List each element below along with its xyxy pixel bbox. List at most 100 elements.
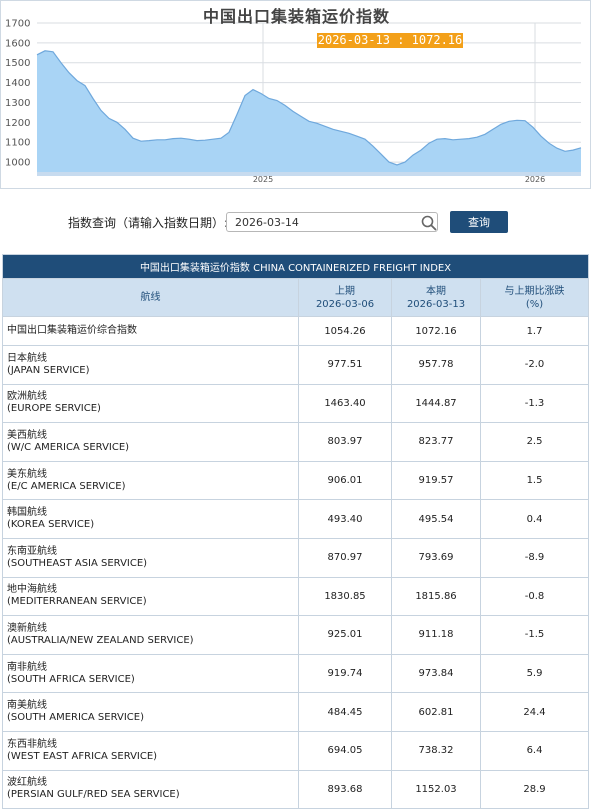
change-value: 2.5: [479, 422, 590, 462]
curr-value: 911.18: [391, 615, 481, 655]
route-name-en: (SOUTH AFRICA SERVICE): [7, 673, 135, 685]
table-row: 东南亚航线 (SOUTHEAST ASIA SERVICE) 870.97 79…: [2, 537, 590, 578]
route-name-cn: 中国出口集装箱运价综合指数: [2, 316, 299, 346]
y-tick-label: 1000: [5, 158, 30, 169]
index-chart[interactable]: 10001100120013001400150016001700 2025 202…: [1, 1, 590, 188]
route-cell: 东西非航线 (WEST EAST AFRICA SERVICE): [2, 730, 299, 771]
header-prev-date: 2026-03-06: [315, 298, 375, 310]
curr-value: 823.77: [391, 422, 481, 462]
header-change: 与上期比涨跌 (%): [479, 278, 590, 317]
freight-index-table: 中国出口集装箱运价指数 CHINA CONTAINERIZED FREIGHT …: [1, 254, 590, 809]
route-name-cn: 澳新航线: [7, 622, 47, 634]
header-route: 航线: [2, 278, 299, 317]
route-cell: 美西航线 (W/C AMERICA SERVICE): [2, 422, 299, 462]
index-area: [37, 50, 581, 172]
chart-title: 中国出口集装箱运价指数: [202, 7, 390, 26]
y-tick-label: 1500: [5, 58, 30, 69]
table-row: 美西航线 (W/C AMERICA SERVICE) 803.97 823.77…: [2, 422, 590, 462]
route-name-cn: 日本航线: [7, 352, 47, 364]
curr-value: 957.78: [391, 345, 481, 385]
y-tick-label: 1200: [5, 118, 30, 129]
y-tick-label: 1400: [5, 78, 30, 89]
prev-value: 977.51: [298, 345, 392, 385]
chart-tooltip: 2026-03-13 : 1072.16: [317, 33, 463, 48]
route-name-cn: 东南亚航线: [7, 545, 57, 557]
route-name-en: (JAPAN SERVICE): [7, 364, 90, 376]
prev-value: 906.01: [298, 460, 392, 501]
header-curr-label: 本期: [426, 285, 446, 297]
query-button[interactable]: 查询: [450, 211, 508, 233]
change-value: 28.9: [479, 769, 590, 809]
route-cell: 南美航线 (SOUTH AMERICA SERVICE): [2, 692, 299, 732]
prev-value: 1054.26: [298, 316, 392, 346]
header-prev-label: 上期: [335, 285, 355, 297]
prev-value: 484.45: [298, 692, 392, 732]
prev-value: 1463.40: [298, 383, 392, 424]
chart-panel: 1000 1100 1200 1300 1400 1500 1600 1700 2025 202…: [0, 0, 591, 189]
route-name-en: (SOUTH AMERICA SERVICE): [7, 712, 144, 724]
curr-value: 602.81: [391, 692, 481, 732]
route-cell: 南非航线 (SOUTH AFRICA SERVICE): [2, 653, 299, 694]
curr-value: 793.69: [391, 537, 481, 578]
prev-value: 803.97: [298, 422, 392, 462]
prev-value: 493.40: [298, 499, 392, 539]
x-axis: [37, 172, 581, 176]
curr-value: 973.84: [391, 653, 481, 694]
route-name-en: (W/C AMERICA SERVICE): [7, 441, 130, 453]
table-row: 南美航线 (SOUTH AMERICA SERVICE) 484.45 602.…: [2, 692, 590, 732]
route-name-cn: 南美航线: [7, 700, 47, 712]
route-name-en: (EUROPE SERVICE): [7, 403, 101, 415]
x-tick-label: 2025: [253, 175, 273, 184]
prev-value: 694.05: [298, 730, 392, 771]
curr-value: 1152.03: [391, 769, 481, 809]
prev-value: 1830.85: [298, 576, 392, 617]
route-name-cn: 美西航线: [7, 429, 47, 441]
change-value: -2.0: [479, 345, 590, 385]
route-name-en: (AUSTRALIA/NEW ZEALAND SERVICE): [7, 634, 194, 646]
route-name-en: (SOUTHEAST ASIA SERVICE): [7, 557, 148, 569]
change-value: 6.4: [479, 730, 590, 771]
change-value: 0.4: [479, 499, 590, 539]
change-value: -1.5: [479, 615, 590, 655]
route-cell: 韩国航线 (KOREA SERVICE): [2, 499, 299, 539]
table-row: 欧洲航线 (EUROPE SERVICE) 1463.40 1444.87 -1…: [2, 383, 590, 424]
header-curr-date: 2026-03-13: [406, 298, 466, 310]
route-name-en: (WEST EAST AFRICA SERVICE): [7, 750, 158, 762]
prev-value: 919.74: [298, 653, 392, 694]
change-value: 24.4: [479, 692, 590, 732]
date-input[interactable]: [226, 212, 438, 232]
route-cell: 东南亚航线 (SOUTHEAST ASIA SERVICE): [2, 537, 299, 578]
change-value: 5.9: [479, 653, 590, 694]
table-caption: 中国出口集装箱运价指数 CHINA CONTAINERIZED FREIGHT …: [1, 254, 590, 279]
route-name-cn: 波红航线: [7, 777, 47, 789]
route-cell: 波红航线 (PERSIAN GULF/RED SEA SERVICE): [2, 769, 299, 809]
query-label: 指数查询（请输入指数日期）:: [68, 216, 229, 230]
change-value: -0.8: [479, 576, 590, 617]
table-row: 波红航线 (PERSIAN GULF/RED SEA SERVICE) 893.…: [2, 769, 590, 809]
route-name-en: (PERSIAN GULF/RED SEA SERVICE): [7, 789, 180, 801]
route-name-cn: 韩国航线: [7, 507, 47, 519]
y-tick-label: 1600: [5, 38, 30, 49]
y-tick-label: 1300: [5, 98, 30, 109]
table-row: 南非航线 (SOUTH AFRICA SERVICE) 919.74 973.8…: [2, 653, 590, 694]
search-icon[interactable]: [420, 214, 438, 232]
table-row: 澳新航线 (AUSTRALIA/NEW ZEALAND SERVICE) 925…: [2, 615, 590, 655]
curr-value: 1072.16: [391, 316, 481, 346]
header-curr: 本期 2026-03-13: [391, 278, 481, 317]
table-row: 美东航线 (E/C AMERICA SERVICE) 906.01 919.57…: [2, 460, 590, 501]
route-cell: 欧洲航线 (EUROPE SERVICE): [2, 383, 299, 424]
change-value: -8.9: [479, 537, 590, 578]
change-value: 1.7: [479, 316, 590, 346]
route-cell: 地中海航线 (MEDITERRANEAN SERVICE): [2, 576, 299, 617]
curr-value: 919.57: [391, 460, 481, 501]
y-tick-label: 1100: [5, 138, 30, 149]
prev-value: 925.01: [298, 615, 392, 655]
route-name-cn: 欧洲航线: [7, 391, 47, 403]
header-prev: 上期 2026-03-06: [298, 278, 392, 317]
route-name-en: (KOREA SERVICE): [7, 519, 95, 531]
route-cell: 澳新航线 (AUSTRALIA/NEW ZEALAND SERVICE): [2, 615, 299, 655]
curr-value: 738.32: [391, 730, 481, 771]
table-row: 地中海航线 (MEDITERRANEAN SERVICE) 1830.85 18…: [2, 576, 590, 617]
prev-value: 870.97: [298, 537, 392, 578]
route-cell: 日本航线 (JAPAN SERVICE): [2, 345, 299, 385]
